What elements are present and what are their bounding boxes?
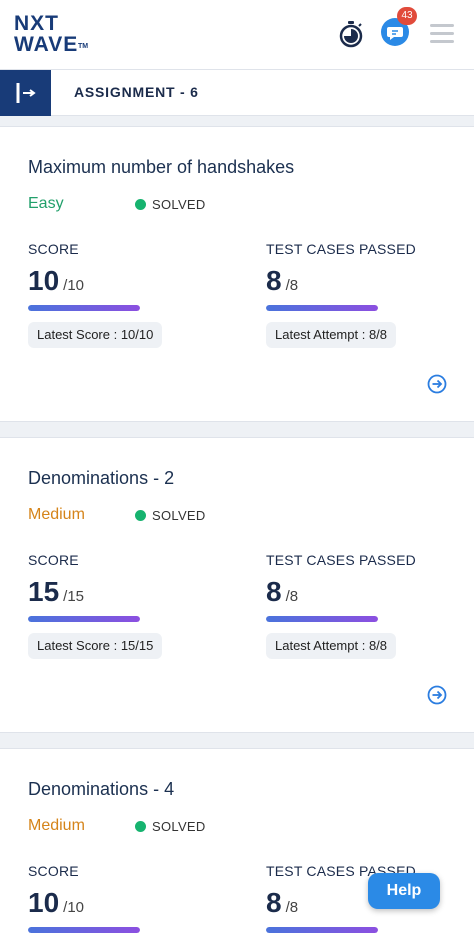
- status-text: SOLVED: [152, 508, 206, 523]
- score-max: /15: [63, 588, 85, 605]
- question-card[interactable]: Maximum number of handshakes Easy SOLVED…: [0, 126, 474, 422]
- tests-progress-fill: [266, 305, 378, 311]
- assignment-header: ASSIGNMENT - 6: [0, 70, 474, 116]
- notification-badge: 43: [397, 7, 417, 25]
- difficulty-label: Easy: [28, 195, 64, 212]
- status-text: SOLVED: [152, 197, 206, 212]
- score-number: 10: [28, 265, 60, 296]
- score-max: /10: [63, 899, 85, 916]
- score-value: 10/10: [28, 265, 84, 297]
- score-max: /10: [63, 277, 85, 294]
- tests-max: /8: [285, 899, 299, 916]
- nxtwave-logo[interactable]: NXT WAVE TM: [14, 12, 94, 58]
- tests-progress-fill: [266, 927, 378, 933]
- latest-score-pill: Latest Score : 15/15: [28, 633, 163, 659]
- assignment-title: ASSIGNMENT - 6: [74, 84, 199, 100]
- solved-dot-icon: [135, 510, 146, 521]
- latest-attempt-pill: Latest Attempt : 8/8: [266, 633, 397, 659]
- top-navigation-bar: NXT WAVE TM 43: [0, 0, 474, 70]
- logo-text-line2: WAVE: [14, 33, 79, 56]
- status-badge: SOLVED: [135, 197, 206, 212]
- score-value: 15/15: [28, 576, 84, 608]
- tests-label: TEST CASES PASSED: [266, 241, 416, 257]
- difficulty-label: Medium: [28, 817, 85, 834]
- score-progress-bar: [28, 616, 140, 622]
- score-progress-bar: [28, 927, 140, 933]
- score-label: SCORE: [28, 863, 79, 879]
- tests-value: 8/8: [266, 265, 298, 297]
- status-badge: SOLVED: [135, 819, 206, 834]
- tests-value: 8/8: [266, 576, 298, 608]
- latest-attempt-pill: Latest Attempt : 8/8: [266, 322, 397, 348]
- tests-progress-bar: [266, 616, 378, 622]
- status-badge: SOLVED: [135, 508, 206, 523]
- tests-number: 8: [266, 887, 282, 918]
- question-card[interactable]: Denominations - 2 Medium SOLVED SCORE 15…: [0, 437, 474, 733]
- sidebar-collapse-icon: [16, 83, 36, 103]
- menu-icon[interactable]: [430, 24, 454, 44]
- question-title[interactable]: Maximum number of handshakes: [28, 157, 294, 178]
- score-value: 10/10: [28, 887, 84, 919]
- tests-number: 8: [266, 576, 282, 607]
- difficulty-label: Medium: [28, 506, 85, 523]
- tests-max: /8: [285, 588, 299, 605]
- tests-label: TEST CASES PASSED: [266, 552, 416, 568]
- tests-max: /8: [285, 277, 299, 294]
- stopwatch-icon[interactable]: [338, 20, 364, 48]
- score-number: 10: [28, 887, 60, 918]
- question-card[interactable]: Denominations - 4 Medium SOLVED SCORE 10…: [0, 748, 474, 942]
- latest-score-pill: Latest Score : 10/10: [28, 322, 163, 348]
- question-title[interactable]: Denominations - 2: [28, 468, 174, 489]
- arrow-right-circle-icon[interactable]: [427, 685, 447, 705]
- score-label: SCORE: [28, 241, 79, 257]
- score-label: SCORE: [28, 552, 79, 568]
- tests-number: 8: [266, 265, 282, 296]
- tests-progress-bar: [266, 305, 378, 311]
- tests-value: 8/8: [266, 887, 298, 919]
- score-progress-fill: [28, 305, 140, 311]
- score-progress-fill: [28, 927, 140, 933]
- solved-dot-icon: [135, 821, 146, 832]
- question-title[interactable]: Denominations - 4: [28, 779, 174, 800]
- score-number: 15: [28, 576, 60, 607]
- status-text: SOLVED: [152, 819, 206, 834]
- score-progress-bar: [28, 305, 140, 311]
- sidebar-collapse-button[interactable]: [0, 70, 51, 116]
- arrow-right-circle-icon[interactable]: [427, 374, 447, 394]
- solved-dot-icon: [135, 199, 146, 210]
- score-progress-fill: [28, 616, 140, 622]
- tests-progress-bar: [266, 927, 378, 933]
- tests-progress-fill: [266, 616, 378, 622]
- help-button[interactable]: Help: [368, 873, 440, 909]
- logo-trademark: TM: [78, 43, 89, 50]
